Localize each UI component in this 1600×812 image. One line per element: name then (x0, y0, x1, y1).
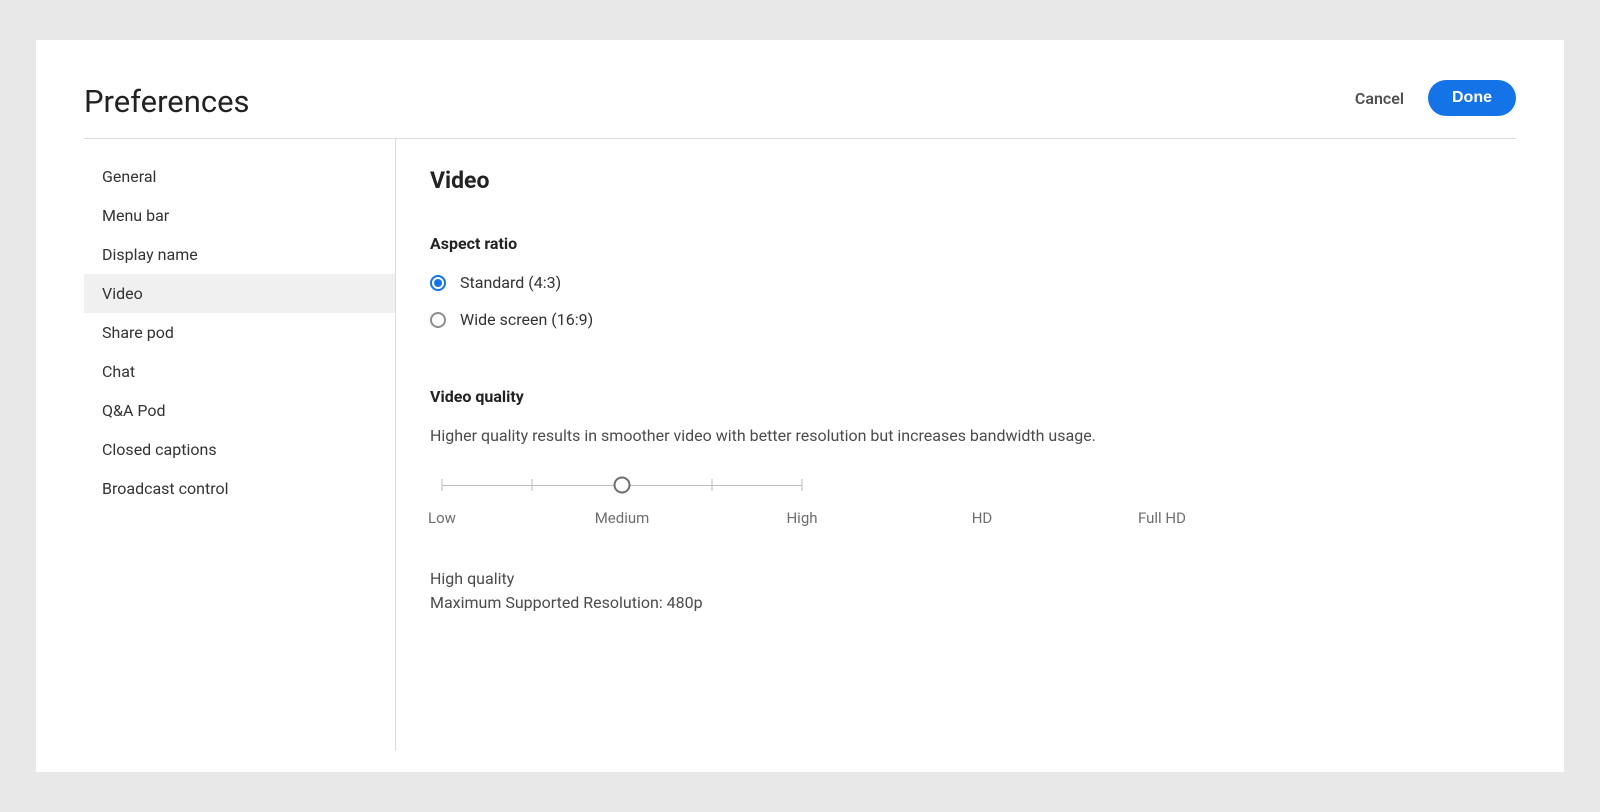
preferences-dialog: Preferences Cancel Done GeneralMenu barD… (36, 40, 1564, 772)
video-quality-helper: Higher quality results in smoother video… (430, 426, 1516, 445)
video-quality-label: Video quality (430, 387, 1516, 406)
slider-tick (532, 479, 533, 491)
slider-tick (442, 479, 443, 491)
slider-step-label: Low (412, 509, 472, 527)
header-actions: Cancel Done (1355, 80, 1516, 122)
aspect-ratio-option-1[interactable]: Wide screen (16:9) (430, 310, 1516, 329)
video-quality-slider[interactable]: LowMediumHighHDFull HD (442, 475, 802, 527)
sidebar-item-display-name[interactable]: Display name (84, 235, 395, 274)
quality-status-line1: High quality (430, 567, 1516, 591)
radio-icon (430, 275, 446, 291)
sidebar: GeneralMenu barDisplay nameVideoShare po… (84, 139, 396, 751)
sidebar-item-video[interactable]: Video (84, 274, 395, 313)
sidebar-item-chat[interactable]: Chat (84, 352, 395, 391)
radio-icon (430, 312, 446, 328)
aspect-ratio-label: Aspect ratio (430, 234, 1516, 253)
dialog-title: Preferences (84, 83, 250, 120)
done-button[interactable]: Done (1428, 80, 1516, 116)
sidebar-item-menu-bar[interactable]: Menu bar (84, 196, 395, 235)
sidebar-item-broadcast-control[interactable]: Broadcast control (84, 469, 395, 508)
slider-tick (802, 479, 803, 491)
slider-step-label: Medium (592, 509, 652, 527)
dialog-body: GeneralMenu barDisplay nameVideoShare po… (84, 139, 1516, 751)
quality-status-line2: Maximum Supported Resolution: 480p (430, 591, 1516, 615)
cancel-button[interactable]: Cancel (1355, 89, 1404, 108)
sidebar-item-general[interactable]: General (84, 157, 395, 196)
dialog-header: Preferences Cancel Done (84, 80, 1516, 139)
content-heading: Video (430, 167, 1516, 194)
sidebar-item-share-pod[interactable]: Share pod (84, 313, 395, 352)
slider-step-label: HD (952, 509, 1012, 527)
content-panel: Video Aspect ratio Standard (4:3) Wide sc… (396, 139, 1516, 751)
aspect-ratio-section: Aspect ratio Standard (4:3) Wide screen (… (430, 234, 1516, 329)
video-quality-section: Video quality Higher quality results in … (430, 387, 1516, 615)
slider-step-label: High (772, 509, 832, 527)
sidebar-item-closed-captions[interactable]: Closed captions (84, 430, 395, 469)
slider-step-label: Full HD (1132, 509, 1192, 527)
radio-label: Standard (4:3) (460, 273, 561, 292)
slider-thumb[interactable] (614, 477, 631, 494)
sidebar-item-q-a-pod[interactable]: Q&A Pod (84, 391, 395, 430)
radio-label: Wide screen (16:9) (460, 310, 593, 329)
slider-tick (712, 479, 713, 491)
aspect-ratio-option-0[interactable]: Standard (4:3) (430, 273, 1516, 292)
